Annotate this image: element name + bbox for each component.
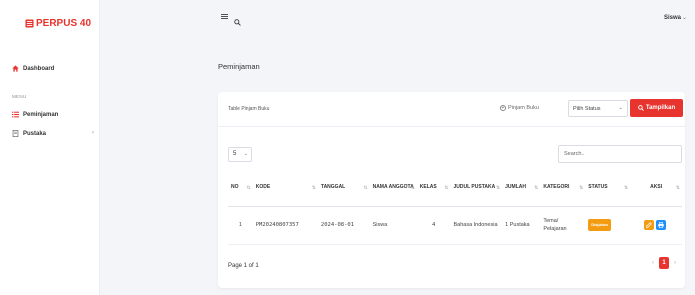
cell-kelas: 4 bbox=[416, 206, 451, 245]
sort-icon: ⇅ bbox=[675, 185, 680, 191]
status-select-value: Pilih Status bbox=[573, 106, 601, 112]
list-icon bbox=[12, 111, 19, 118]
prev-page-icon[interactable]: ‹ bbox=[649, 260, 657, 266]
column-header-aksi[interactable]: AKSI ⇅ bbox=[630, 170, 682, 207]
entries-value: 5 bbox=[233, 151, 237, 157]
user-name: Siswa bbox=[663, 15, 681, 21]
sort-icon: ⇅ bbox=[311, 185, 316, 191]
page-button-current[interactable]: 1 bbox=[659, 257, 669, 269]
print-button[interactable] bbox=[656, 219, 667, 230]
table-header-row: NO ⇅ KODE ⇅ TANGGAL ⇅ NAMA ANGGOTA ⇅ KELAS ⇅ … bbox=[228, 170, 682, 207]
chevron-left-icon: ‹ bbox=[92, 130, 94, 136]
peminjaman-card: Table Pinjam Buku + Pinjam Buku Pilih St… bbox=[218, 92, 685, 288]
entries-per-page-select[interactable]: 5 ⌄ bbox=[228, 147, 252, 162]
cell-kode: PM20240807357 bbox=[252, 206, 318, 245]
status-select[interactable]: Pilih Status ⌄ bbox=[568, 100, 628, 117]
sidebar-item-pustaka[interactable]: Pustaka ‹ bbox=[12, 130, 94, 137]
cell-kategori: Tema/ Pelajaran bbox=[540, 206, 586, 245]
page-title: Peminjaman bbox=[218, 62, 260, 71]
column-header-tanggal[interactable]: TANGGAL ⇅ bbox=[317, 170, 370, 207]
chevron-down-icon: ⌄ bbox=[243, 151, 248, 157]
next-page-icon[interactable]: › bbox=[671, 260, 679, 266]
search-icon[interactable] bbox=[234, 13, 242, 26]
sort-icon: ⇅ bbox=[624, 185, 629, 191]
chevron-down-icon: ⌄ bbox=[681, 15, 687, 21]
cell-no: 1 bbox=[228, 206, 253, 245]
topbar: Siswa⌄ bbox=[101, 0, 695, 36]
brand-name: PERPUS 40 bbox=[36, 18, 92, 29]
cell-aksi bbox=[630, 206, 682, 245]
brand-logo[interactable]: PERPUS 40 bbox=[25, 18, 91, 29]
book-icon bbox=[12, 130, 19, 137]
sidebar-item-label: Pustaka bbox=[23, 130, 47, 137]
sidebar-item-dashboard[interactable]: Dashboard bbox=[12, 65, 54, 72]
sort-icon: ⇅ bbox=[534, 185, 539, 191]
sort-icon: ⇅ bbox=[495, 185, 501, 191]
cell-nama-anggota: Siswa bbox=[369, 206, 417, 245]
sort-icon: ⇅ bbox=[444, 185, 449, 191]
tampilkan-label: Tampilkan bbox=[645, 105, 676, 111]
book-logo-icon bbox=[25, 19, 34, 28]
pagination: ‹ 1 › bbox=[649, 257, 679, 269]
sort-icon: ⇅ bbox=[246, 185, 251, 191]
peminjaman-table: NO ⇅ KODE ⇅ TANGGAL ⇅ NAMA ANGGOTA ⇅ KELAS ⇅ … bbox=[228, 170, 682, 245]
sort-icon: ⇅ bbox=[410, 185, 415, 191]
hamburger-menu-icon[interactable] bbox=[221, 13, 229, 21]
sort-icon: ⇅ bbox=[363, 185, 368, 191]
sidebar: PERPUS 40 Dashboard MENU Peminjaman Pust… bbox=[0, 0, 100, 295]
home-icon bbox=[12, 65, 19, 72]
column-header-kode[interactable]: KODE ⇅ bbox=[252, 170, 318, 207]
column-header-jumlah[interactable]: JUMLAH ⇅ bbox=[502, 170, 541, 207]
column-header-nama-anggota[interactable]: NAMA ANGGOTA ⇅ bbox=[369, 170, 417, 207]
sidebar-item-peminjaman[interactable]: Peminjaman bbox=[12, 111, 58, 118]
search-input[interactable]: Search.. bbox=[558, 145, 682, 163]
pinjam-buku-label: Pinjam Buku bbox=[508, 105, 539, 111]
user-menu[interactable]: Siswa⌄ bbox=[664, 14, 687, 21]
pinjam-buku-button[interactable]: + Pinjam Buku bbox=[500, 105, 539, 111]
edit-icon bbox=[646, 221, 653, 228]
column-header-kategori[interactable]: KATEGORI ⇅ bbox=[540, 170, 586, 207]
edit-button[interactable] bbox=[644, 219, 655, 230]
status-badge: Diajukan bbox=[588, 219, 611, 231]
pagination-info: Page 1 of 1 bbox=[228, 263, 259, 269]
cell-tanggal: 2024-08-01 bbox=[317, 206, 370, 245]
menu-section-label: MENU bbox=[12, 94, 27, 99]
sidebar-item-label: Peminjaman bbox=[23, 111, 59, 118]
column-header-kelas[interactable]: KELAS ⇅ bbox=[416, 170, 451, 207]
column-header-status[interactable]: STATUS ⇅ bbox=[585, 170, 631, 207]
plus-circle-icon: + bbox=[500, 104, 506, 111]
tampilkan-button[interactable]: Tampilkan bbox=[630, 99, 683, 117]
card-title: Table Pinjam Buku bbox=[228, 106, 270, 112]
sort-icon: ⇅ bbox=[579, 185, 584, 191]
card-header: Table Pinjam Buku + Pinjam Buku Pilih St… bbox=[218, 92, 685, 127]
column-header-no[interactable]: NO ⇅ bbox=[228, 170, 253, 207]
cell-jumlah: 1 Pustaka bbox=[502, 206, 541, 245]
print-icon bbox=[658, 221, 664, 228]
chevron-down-icon: ⌄ bbox=[618, 105, 623, 111]
table-row: 1 PM20240807357 2024-08-01 Siswa 4 Bahas… bbox=[228, 206, 682, 245]
sidebar-item-label: Dashboard bbox=[23, 65, 55, 72]
column-header-judul-pustaka[interactable]: JUDUL PUSTAKA ⇅ bbox=[450, 170, 503, 207]
cell-judul-pustaka: Bahasa Indonesia bbox=[450, 206, 503, 245]
cell-status: Diajukan bbox=[585, 206, 631, 245]
search-icon bbox=[638, 105, 644, 111]
